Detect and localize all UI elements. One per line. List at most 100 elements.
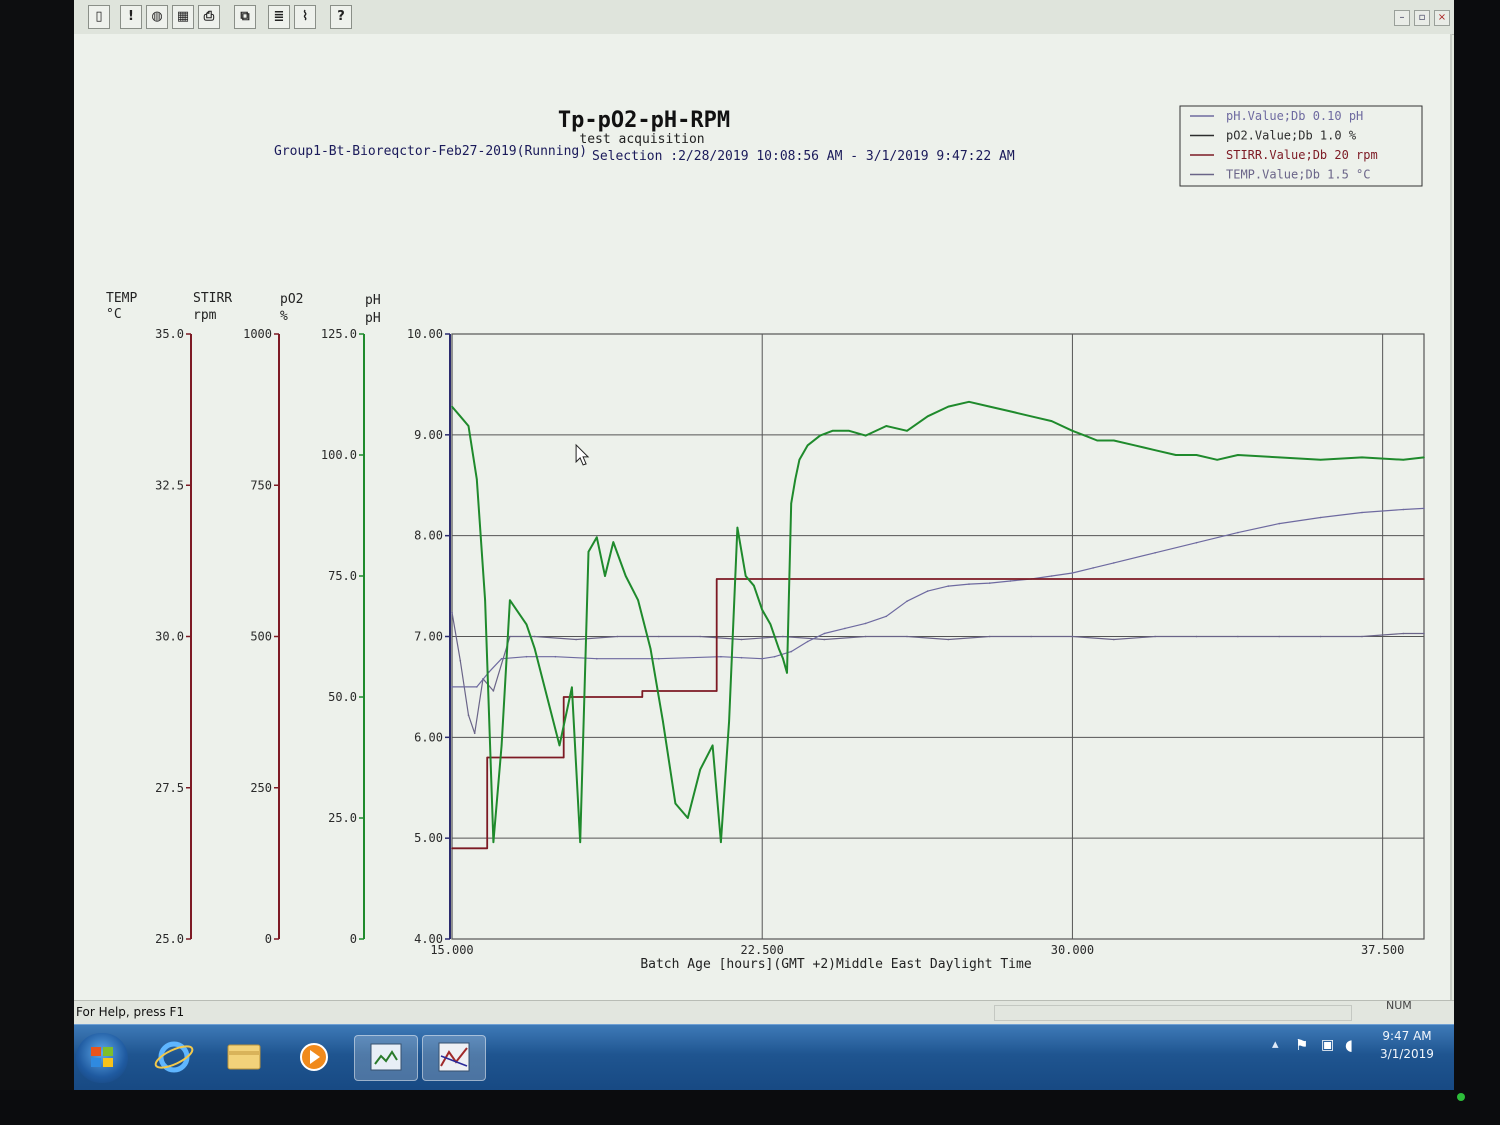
close-button[interactable]: × (1434, 10, 1450, 26)
po2-data-point (492, 841, 495, 843)
temp-axis-unit: °C (106, 307, 122, 322)
po2-data-point (451, 405, 453, 408)
po2-data-point (1402, 459, 1405, 461)
ph-tick-label: 6.00 (414, 730, 443, 744)
po2-data-point (533, 647, 536, 650)
speaker-icon[interactable]: ◖ (1345, 1036, 1353, 1054)
po2-tick-label: 100.0 (321, 448, 357, 462)
stirr-axis-name: STIRR (193, 291, 232, 306)
po2-data-point (1096, 439, 1098, 442)
temp-data-point (864, 635, 867, 638)
file-explorer-icon[interactable] (216, 1035, 272, 1079)
po2-data-point (786, 672, 788, 674)
temp-data-point (988, 635, 991, 638)
po2-data-point (1195, 454, 1198, 456)
po2-data-point (459, 415, 462, 418)
po2-data-point (587, 551, 590, 553)
temp-data-point (1402, 632, 1405, 635)
monitor-bezel-bottom (0, 1090, 1500, 1125)
po2-data-point (1278, 456, 1280, 459)
ph-data-point (554, 655, 557, 658)
chart-title: Tp-pO2-pH-RPM (558, 108, 730, 133)
x-tick-label: 15.000 (430, 943, 473, 957)
temp-data-point (467, 714, 470, 716)
po2-data-point (736, 526, 739, 529)
media-player-icon[interactable] (286, 1035, 342, 1079)
temp-tick-label: 35.0 (155, 327, 184, 341)
network-icon[interactable]: ▣ (1321, 1037, 1334, 1053)
po2-data-point (1009, 410, 1012, 413)
show-hidden-icons[interactable]: ▴ (1272, 1037, 1279, 1052)
ph-data-point (1402, 508, 1405, 511)
x-axis-label: Batch Age [hours](GMT +2)Middle East Day… (640, 957, 1032, 972)
flag-icon[interactable]: ⚑ (1295, 1036, 1308, 1054)
temp-data-point (782, 635, 784, 638)
alert-icon[interactable]: ! (120, 5, 142, 29)
legend-entry: pO2.Value;Db 1.0 % (1226, 129, 1357, 143)
internet-explorer-icon[interactable] (146, 1035, 202, 1079)
ph-tick-label: 10.00 (407, 327, 443, 341)
ph-data-point (1154, 552, 1156, 554)
stirr-tick-label: 250 (250, 781, 272, 795)
temp-data-point (947, 638, 950, 641)
ph-data-point (790, 650, 792, 653)
temp-data-point (1154, 635, 1156, 638)
temp-data-point (616, 635, 619, 638)
globe-icon[interactable]: ◍ (146, 5, 168, 29)
stirr-series-line (452, 578, 1424, 850)
po2-data-point (831, 430, 834, 432)
po2-data-point (500, 744, 503, 747)
new-document-icon[interactable]: ▯ (88, 5, 110, 29)
temp-tick-label: 30.0 (155, 630, 184, 644)
trend-plot-area: Tp-pO2-pH-RPM test acquisition Group1-Bt… (74, 34, 1452, 1000)
ph-data-point (1237, 531, 1239, 534)
list-icon[interactable]: ≣ (268, 5, 290, 29)
po2-data-point (1113, 439, 1115, 442)
copy-icon[interactable]: ⧉ (234, 5, 256, 29)
stirr-data-point (486, 847, 489, 850)
po2-data-point (674, 802, 677, 805)
ph-data-point (864, 622, 867, 625)
status-pane (994, 1005, 1352, 1021)
grid-icon[interactable]: ▦ (172, 5, 194, 29)
ph-data-point (476, 686, 478, 688)
ph-tick-label: 7.00 (414, 630, 443, 644)
print-icon[interactable]: ⎙ (198, 5, 220, 29)
taskbar: ▴ ⚑ ▣ ◖ 9:47 AM 3/1/2019 (74, 1024, 1454, 1090)
clock[interactable]: 9:47 AM 3/1/2019 (1372, 1027, 1442, 1063)
ph-data-point (1050, 575, 1053, 577)
stirr-data-point (562, 756, 565, 759)
po2-data-point (819, 434, 821, 437)
ph-data-point (658, 657, 660, 660)
temp-tick-label: 32.5 (155, 478, 184, 492)
po2-data-point (596, 536, 598, 539)
temp-tick-label: 25.0 (155, 932, 184, 946)
maximize-button[interactable]: ▫ (1414, 10, 1430, 26)
trend-icon[interactable]: ⌇ (294, 5, 316, 29)
po2-data-point (687, 817, 689, 819)
po2-data-point (484, 599, 486, 601)
stirr-tick-label: 500 (250, 630, 272, 644)
temp-data-point (575, 638, 577, 641)
temp-data-point (473, 732, 476, 735)
po2-data-point (1030, 415, 1032, 418)
temp-axis-name: TEMP (106, 291, 137, 306)
ph-data-point (1092, 567, 1094, 569)
start-orb[interactable] (76, 1033, 128, 1083)
temp-data-point (459, 659, 462, 662)
clock-time: 9:47 AM (1382, 1029, 1432, 1043)
ph-data-point (968, 583, 970, 585)
plot-application-icon[interactable] (422, 1035, 486, 1081)
help-status-text: For Help, press F1 (76, 1005, 185, 1019)
temp-data-point (1319, 635, 1322, 638)
chart-source: Group1-Bt-Bioreqctor-Feb27-2019(Running) (274, 144, 587, 159)
temp-data-point (1195, 635, 1198, 638)
temp-data-point (1237, 635, 1239, 638)
ph-data-point (525, 655, 528, 658)
po2-data-point (761, 609, 763, 611)
application-window-icon[interactable] (354, 1035, 418, 1081)
minimize-button[interactable]: – (1394, 10, 1410, 26)
ph-data-point (488, 671, 491, 673)
ph-data-point (1195, 541, 1198, 544)
help-icon[interactable]: ? (330, 5, 352, 29)
